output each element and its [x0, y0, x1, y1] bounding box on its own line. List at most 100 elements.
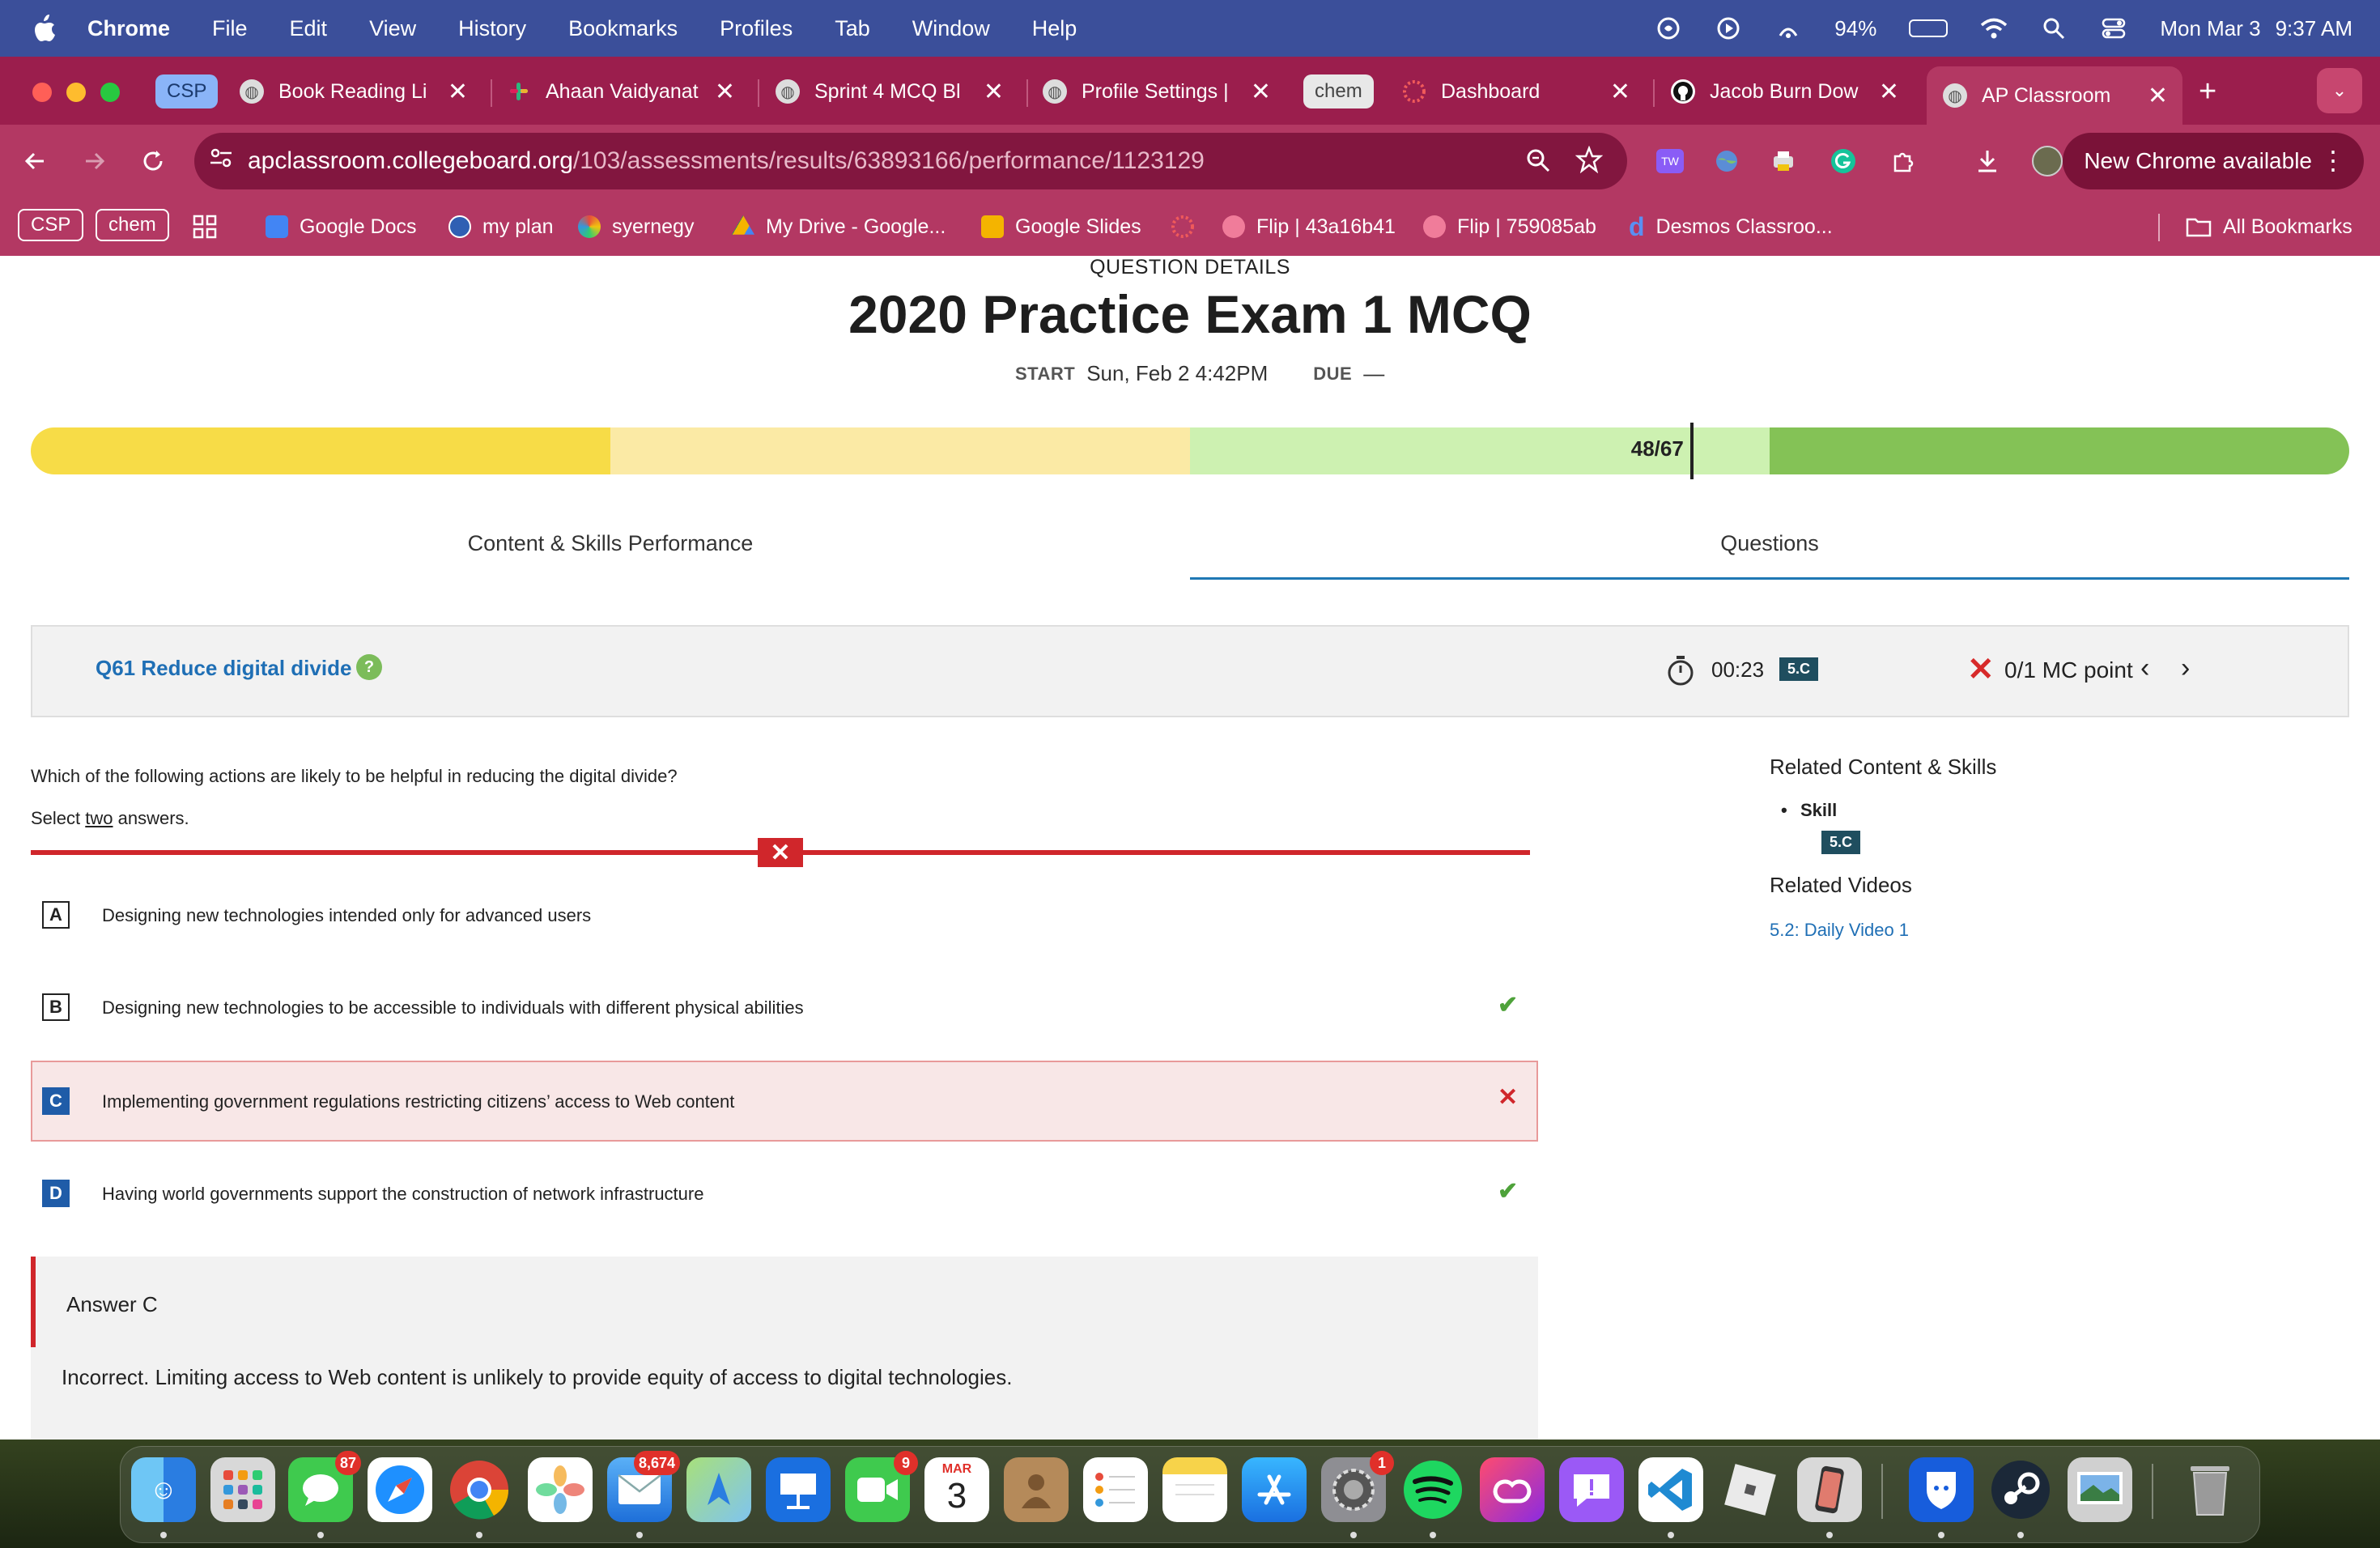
- menu-edit[interactable]: Edit: [290, 16, 328, 41]
- menu-view[interactable]: View: [369, 16, 416, 41]
- reload-icon[interactable]: [134, 142, 172, 180]
- question-help-icon[interactable]: ?: [356, 654, 382, 680]
- bookmark-my-plan[interactable]: my plan: [448, 211, 554, 243]
- answer-option-d[interactable]: D Having world governments support the c…: [31, 1153, 1538, 1234]
- bookmark-flip-1[interactable]: Flip | 43a16b41: [1222, 211, 1396, 243]
- wifi-icon[interactable]: [1980, 15, 2008, 42]
- question-title-link[interactable]: Q61 Reduce digital divide: [96, 656, 351, 681]
- iphone-mirroring-icon[interactable]: [1797, 1457, 1862, 1522]
- menu-bookmarks[interactable]: Bookmarks: [568, 16, 678, 41]
- creative-cloud-icon[interactable]: [1480, 1457, 1545, 1522]
- bookmark-dashboard-logo[interactable]: [1171, 211, 1195, 243]
- extension-printer-icon[interactable]: [1765, 142, 1802, 180]
- tab-dashboard[interactable]: Dashboard ✕: [1402, 66, 1645, 117]
- tab-search-button[interactable]: ⌄: [2317, 68, 2362, 113]
- menubar-time[interactable]: 9:37 AM: [2276, 16, 2352, 41]
- new-chrome-available-button[interactable]: New Chrome available ⋮: [2063, 133, 2364, 189]
- tab-github-jacob[interactable]: Jacob Burn Dow ✕: [1671, 66, 1914, 117]
- mail-icon[interactable]: 8,674: [607, 1451, 680, 1522]
- tab-profile-settings[interactable]: ◍ Profile Settings | ✕: [1043, 66, 1286, 117]
- notes-icon[interactable]: [1162, 1457, 1227, 1522]
- previous-question-button[interactable]: ‹: [2140, 653, 2149, 684]
- tab-book-reading[interactable]: ◍ Book Reading Li ✕: [240, 66, 482, 117]
- menu-help[interactable]: Help: [1032, 16, 1077, 41]
- extension-tw-icon[interactable]: TW: [1651, 142, 1689, 180]
- launchpad-icon[interactable]: [210, 1457, 275, 1522]
- close-tab-icon[interactable]: ✕: [1610, 78, 1630, 106]
- new-tab-button[interactable]: +: [2199, 66, 2231, 117]
- answer-option-b[interactable]: B Designing new technologies to be acces…: [31, 967, 1538, 1048]
- close-tab-icon[interactable]: ✕: [984, 78, 1004, 106]
- keynote-icon[interactable]: [766, 1457, 831, 1522]
- extensions-puzzle-icon[interactable]: [1885, 142, 1922, 180]
- chrome-icon[interactable]: [447, 1457, 512, 1522]
- spotlight-search-icon[interactable]: [2040, 15, 2068, 42]
- download-icon[interactable]: [1969, 142, 2006, 180]
- tab-slack-ahaan[interactable]: Ahaan Vaidyanat ✕: [507, 66, 750, 117]
- roblox-icon[interactable]: [1718, 1457, 1783, 1522]
- close-tab-icon[interactable]: ✕: [2148, 82, 2168, 110]
- tab-sprint-4-mcq[interactable]: ◍ Sprint 4 MCQ Bl ✕: [776, 66, 1018, 117]
- close-tab-icon[interactable]: ✕: [448, 78, 468, 106]
- menu-file[interactable]: File: [212, 16, 248, 41]
- steam-icon[interactable]: [1988, 1457, 2053, 1522]
- maps-icon[interactable]: [686, 1457, 751, 1522]
- close-tab-icon[interactable]: ✕: [1879, 78, 1899, 106]
- bookmark-star-icon[interactable]: [1575, 145, 1604, 180]
- control-center-icon[interactable]: [2100, 15, 2127, 42]
- profile-avatar[interactable]: [2029, 142, 2066, 180]
- feedback-assistant-icon[interactable]: [1559, 1457, 1624, 1522]
- grammarly-icon[interactable]: [1825, 142, 1862, 180]
- tab-questions[interactable]: Questions: [1190, 531, 2349, 580]
- tab-ap-classroom[interactable]: ◍ AP Classroom ✕: [1927, 66, 2182, 125]
- bookmark-syernegy[interactable]: syernegy: [578, 211, 694, 243]
- calendar-icon[interactable]: MAR 3: [924, 1457, 989, 1522]
- contacts-icon[interactable]: [1004, 1457, 1069, 1522]
- trash-icon[interactable]: [2178, 1457, 2242, 1522]
- photos-icon[interactable]: [528, 1457, 593, 1522]
- bookmark-group-chem[interactable]: chem: [96, 209, 169, 241]
- back-arrow-icon[interactable]: [16, 142, 53, 180]
- bookmark-my-drive[interactable]: My Drive - Google...: [732, 211, 946, 243]
- reminders-icon[interactable]: [1083, 1457, 1148, 1522]
- finder-icon[interactable]: ☺: [131, 1457, 196, 1522]
- close-tab-icon[interactable]: ✕: [1251, 78, 1271, 106]
- more-vert-icon[interactable]: ⋮: [2320, 144, 2346, 176]
- vscode-icon[interactable]: [1638, 1457, 1703, 1522]
- tab-group-csp[interactable]: CSP: [155, 74, 219, 108]
- play-status-icon[interactable]: [1715, 15, 1742, 42]
- facetime-icon[interactable]: 9: [845, 1451, 918, 1522]
- related-skill-badge[interactable]: 5.C: [1821, 831, 1861, 854]
- preview-icon[interactable]: [2068, 1457, 2132, 1522]
- menu-app-chrome[interactable]: Chrome: [87, 16, 170, 41]
- extension-globe-icon[interactable]: [1708, 142, 1745, 180]
- address-bar[interactable]: apclassroom.collegeboard.org/103/assessm…: [194, 133, 1627, 189]
- menubar-date[interactable]: Mon Mar 3: [2160, 16, 2260, 41]
- zoom-icon[interactable]: [1525, 147, 1551, 180]
- battery-icon[interactable]: [1909, 19, 1949, 37]
- status-extension-icon[interactable]: [1655, 15, 1682, 42]
- forward-arrow-icon[interactable]: [76, 142, 113, 180]
- bookmark-group-csp[interactable]: CSP: [18, 209, 84, 241]
- menu-tab[interactable]: Tab: [835, 16, 870, 41]
- messages-icon[interactable]: 87: [288, 1451, 361, 1522]
- safari-icon[interactable]: [368, 1457, 432, 1522]
- menu-window[interactable]: Window: [912, 16, 990, 41]
- answer-option-c[interactable]: C Implementing government regulations re…: [31, 1061, 1538, 1142]
- brightness-icon[interactable]: [1774, 15, 1802, 42]
- menu-history[interactable]: History: [458, 16, 526, 41]
- tab-content-skills[interactable]: Content & Skills Performance: [31, 531, 1190, 556]
- bookmark-google-docs[interactable]: Google Docs: [266, 211, 417, 243]
- bookmark-desmos[interactable]: d Desmos Classroo...: [1629, 211, 1833, 243]
- system-settings-icon[interactable]: 1: [1321, 1451, 1394, 1522]
- menu-profiles[interactable]: Profiles: [720, 16, 793, 41]
- window-minimize-button[interactable]: [66, 83, 86, 102]
- window-zoom-button[interactable]: [100, 83, 120, 102]
- bookmark-all-bookmarks[interactable]: All Bookmarks: [2186, 211, 2352, 243]
- window-close-button[interactable]: [32, 83, 52, 102]
- related-video-link[interactable]: 5.2: Daily Video 1: [1770, 920, 1909, 941]
- bookmark-google-slides[interactable]: Google Slides: [981, 211, 1141, 243]
- bitwarden-icon[interactable]: [1909, 1457, 1974, 1522]
- spotify-icon[interactable]: [1400, 1457, 1465, 1522]
- apple-icon[interactable]: [32, 15, 57, 42]
